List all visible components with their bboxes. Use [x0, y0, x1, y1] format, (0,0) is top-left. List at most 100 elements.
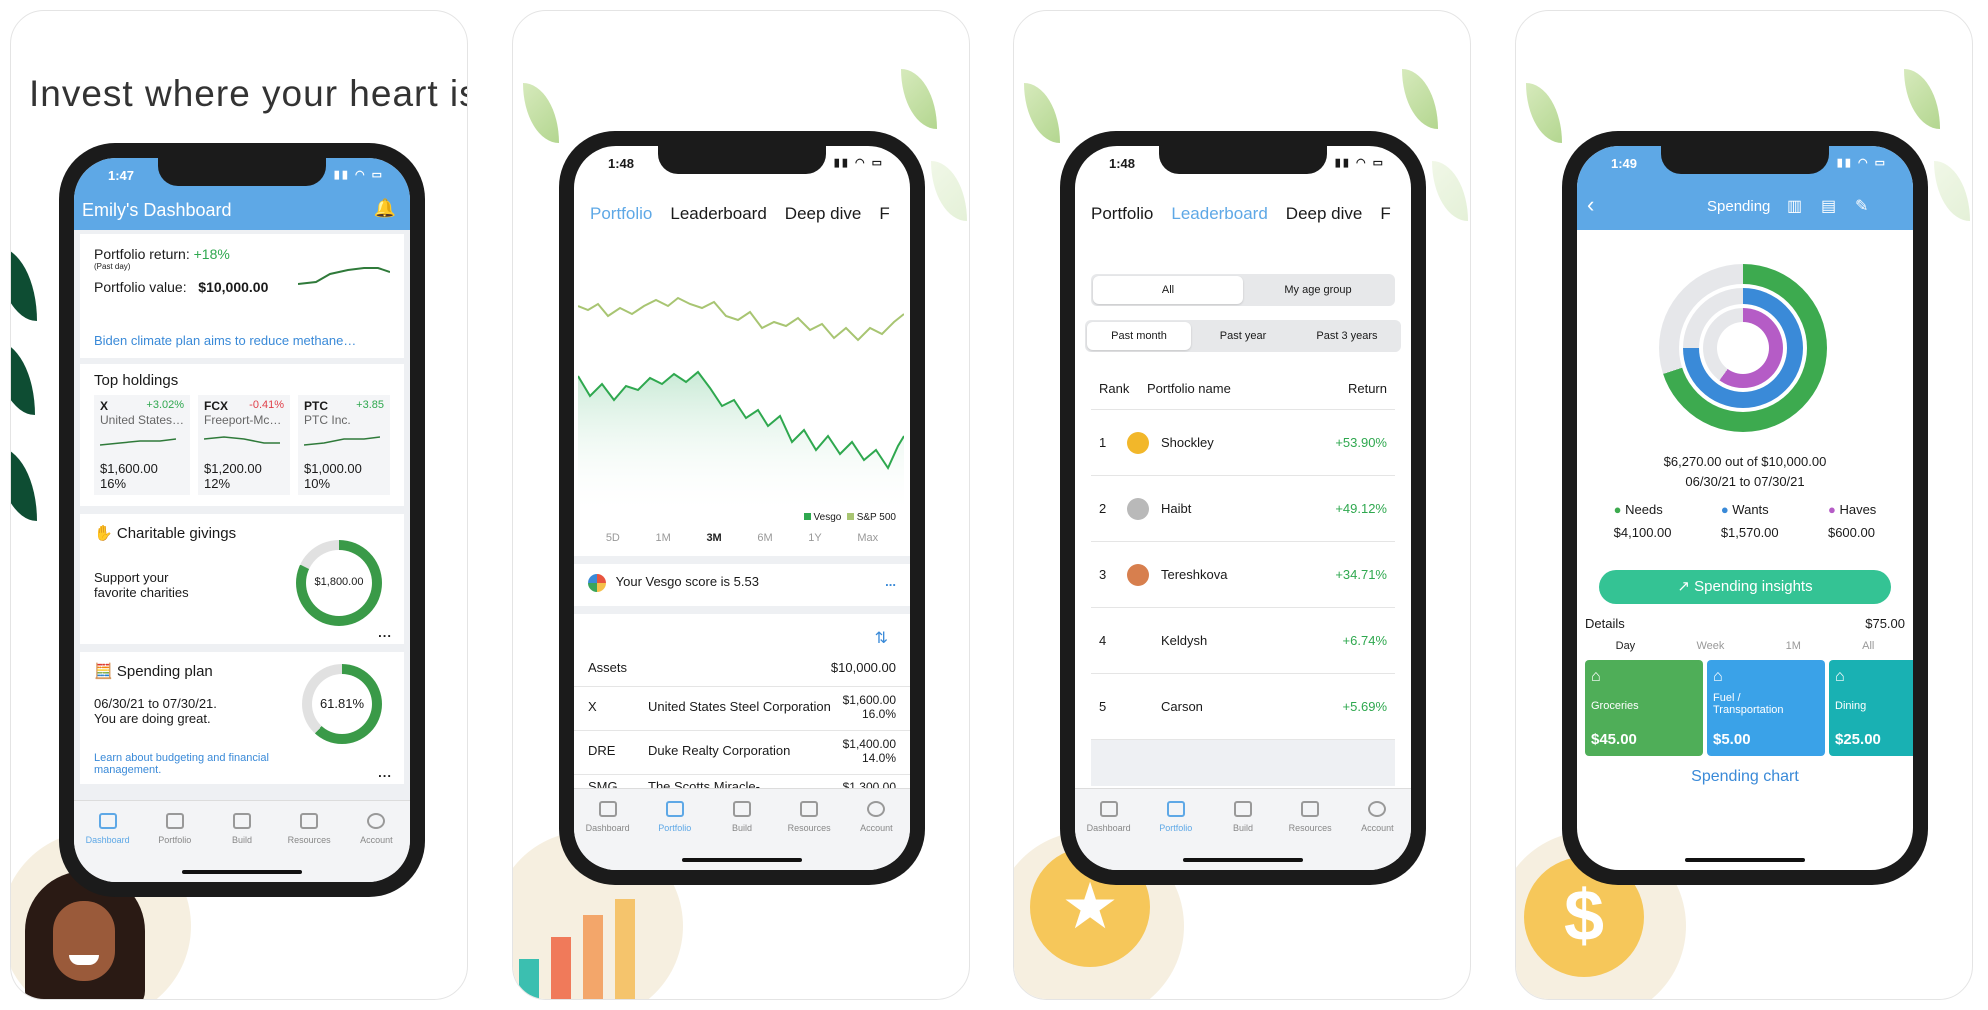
holding-pct: 16% — [100, 476, 127, 491]
hand-heart-icon: ✋ — [94, 525, 113, 542]
more-options-icon[interactable]: ... — [378, 765, 392, 780]
table-row[interactable]: 5 Carson +5.69% — [1091, 674, 1395, 740]
holding-change: +3.02% — [146, 399, 185, 411]
category-haves[interactable]: ● Haves $600.00 — [1828, 502, 1876, 540]
tile-label: Fuel / Transportation — [1713, 692, 1784, 716]
build-icon — [1233, 801, 1252, 817]
row-name: Haibt — [1161, 501, 1192, 516]
asset-row[interactable]: DRE Duke Realty Corporation $1,400.00 14.… — [574, 730, 910, 770]
tile-dining[interactable]: ⌂ Dining $25.00 — [1829, 660, 1913, 756]
holding-card[interactable]: PTC +3.85 PTC Inc. $1,000.00 10% — [298, 395, 391, 495]
spending-link[interactable]: Learn about budgeting and financial mana… — [94, 752, 314, 776]
nav-more[interactable]: F — [1380, 204, 1390, 224]
portfolio-card[interactable]: Portfolio return: +18% (Past day) Portfo… — [80, 234, 404, 358]
portfolio-sparkline — [298, 267, 390, 285]
nav-deep-dive[interactable]: Deep dive — [1286, 204, 1363, 224]
status-time: 1:47 — [108, 168, 135, 183]
more-options-icon[interactable]: ... — [378, 625, 392, 640]
nav-portfolio[interactable]: Portfolio — [1091, 204, 1153, 224]
nav-leaderboard[interactable]: Leaderboard — [670, 204, 766, 224]
filter-all[interactable]: All — [1093, 276, 1243, 304]
period-all[interactable]: All — [1862, 640, 1874, 652]
period-month[interactable]: Past month — [1087, 322, 1191, 350]
home-indicator — [1685, 858, 1805, 862]
build-icon — [732, 801, 751, 817]
vesgo-score-row[interactable]: Your Vesgo score is 5.53 ... — [588, 574, 896, 592]
tab-account[interactable]: Account — [846, 801, 906, 870]
range-1m[interactable]: 1M — [656, 532, 671, 544]
tab-dashboard[interactable]: Dashboard — [1079, 801, 1139, 870]
period-day[interactable]: Day — [1616, 640, 1636, 652]
period-1m[interactable]: 1M — [1786, 640, 1801, 652]
bar-chart-icon[interactable]: ▥ — [1787, 196, 1802, 216]
assets-header: Assets $10,000.00 — [574, 660, 910, 675]
category-tiles: ⌂ Groceries $45.00 ⌂ Fuel / Transportation $… — [1585, 660, 1913, 756]
screenshot-panel-portfolio: 1:48 ▮▮ ◠ ▭ Portfolio Leaderboard Deep di… — [512, 10, 970, 1000]
holding-pct: 12% — [204, 476, 231, 491]
range-1y[interactable]: 1Y — [808, 532, 821, 544]
tab-account[interactable]: Account — [1347, 801, 1407, 870]
group-filter: All My age group — [1091, 274, 1395, 306]
row-name: Shockley — [1161, 435, 1214, 450]
tab-dashboard[interactable]: Dashboard — [78, 813, 138, 882]
charitable-card[interactable]: ✋ Charitable givings Support your favori… — [80, 514, 404, 644]
home-indicator — [682, 858, 802, 862]
nav-portfolio[interactable]: Portfolio — [590, 204, 652, 224]
table-row[interactable]: 3 Tereshkova +34.71% — [1091, 542, 1395, 608]
status-icons: ▮▮ ◠ ▭ — [833, 157, 884, 169]
nav-leaderboard[interactable]: Leaderboard — [1171, 204, 1267, 224]
build-icon — [232, 813, 251, 829]
row-rank: 3 — [1099, 567, 1107, 582]
table-row[interactable]: 2 Haibt +49.12% — [1091, 476, 1395, 542]
category-value: $1,570.00 — [1720, 525, 1779, 540]
tile-fuel[interactable]: ⌂ Fuel / Transportation $5.00 — [1707, 660, 1825, 756]
sort-icon[interactable]: ⇅ — [875, 628, 888, 648]
spending-chart-link[interactable]: Spending chart — [1577, 768, 1913, 786]
filter-age-group[interactable]: My age group — [1243, 276, 1393, 304]
holding-sparkline — [99, 438, 177, 446]
bell-icon[interactable]: 🔔 — [374, 198, 396, 219]
status-time: 1:49 — [1611, 156, 1638, 171]
tab-dashboard[interactable]: Dashboard — [578, 801, 638, 870]
charitable-text: Support your favorite charities — [94, 570, 189, 600]
phone-screen: 1:48 ▮▮ ◠ ▭ Portfolio Leaderboard Deep di… — [1075, 146, 1411, 870]
table-row[interactable]: 1 Shockley +53.90% — [1091, 410, 1395, 476]
category-needs[interactable]: ● Needs $4,100.00 — [1614, 502, 1672, 540]
news-link[interactable]: Biden climate plan aims to reduce methan… — [94, 333, 356, 348]
spending-plan-card[interactable]: 🧮 Spending plan 06/30/21 to 07/30/21. Yo… — [80, 652, 404, 784]
holding-card[interactable]: X +3.02% United States… $1,600.00 16% — [94, 395, 191, 495]
back-icon[interactable]: ‹ — [1587, 192, 1594, 218]
tab-label: Dashboard — [1086, 823, 1131, 833]
receipt-icon[interactable]: ▤ — [1821, 196, 1836, 216]
period-week[interactable]: Week — [1696, 640, 1724, 652]
period-year[interactable]: Past year — [1191, 322, 1295, 350]
period-3-years[interactable]: Past 3 years — [1295, 322, 1399, 350]
category-wants[interactable]: ● Wants $1,570.00 — [1721, 502, 1779, 540]
holding-ticker: PTC — [304, 399, 329, 413]
spending-insights-button[interactable]: ↗ Spending insights — [1599, 570, 1891, 604]
tile-groceries[interactable]: ⌂ Groceries $45.00 — [1585, 660, 1703, 756]
phone-frame: 1:49 ▮▮ ◠ ▭ ‹ Spending ▥ ▤ ✎ $6,270.00 ou… — [1562, 131, 1928, 885]
tab-account[interactable]: Account — [346, 813, 406, 882]
portfolio-icon — [165, 813, 184, 829]
nav-deep-dive[interactable]: Deep dive — [785, 204, 862, 224]
edit-icon[interactable]: ✎ — [1855, 196, 1868, 216]
leaf-decoration — [901, 69, 937, 129]
nav-more[interactable]: F — [879, 204, 889, 224]
tab-label: Build — [731, 823, 752, 833]
bronze-medal-icon — [1127, 563, 1149, 586]
range-5d[interactable]: 5D — [606, 532, 620, 544]
asset-row[interactable]: X United States Steel Corporation $1,600… — [574, 686, 910, 726]
phone-screen: 1:47 ▮▮ ◠ ▭ Emily's Dashboard 🔔 Portfolio… — [74, 158, 410, 882]
range-3m[interactable]: 3M — [706, 532, 721, 544]
table-row[interactable]: 4 Keldysh +6.74% — [1091, 608, 1395, 674]
range-6m[interactable]: 6M — [757, 532, 772, 544]
more-options-icon[interactable]: ... — [885, 574, 896, 589]
holding-card[interactable]: FCX -0.41% Freeport-Mc… $1,200.00 12% — [198, 395, 291, 495]
leaf-decoration — [1432, 161, 1468, 221]
leaderboard-table: Rank Portfolio name Return 1 Shockley +5… — [1091, 368, 1395, 786]
tab-label: Portfolio — [1159, 823, 1193, 833]
row-rank: 5 — [1099, 699, 1107, 714]
range-max[interactable]: Max — [857, 532, 878, 544]
tab-label: Resources — [787, 823, 831, 833]
